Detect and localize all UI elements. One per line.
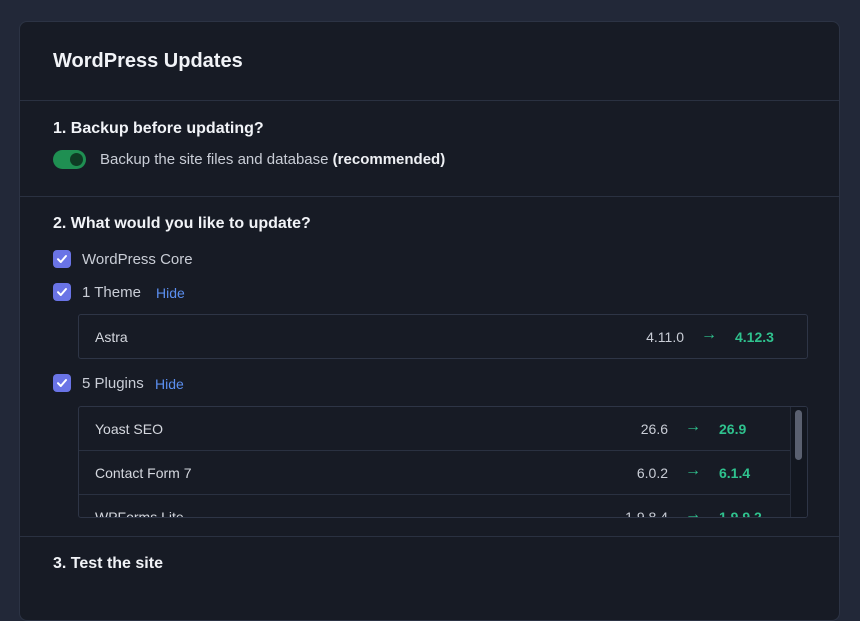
list-item: Yoast SEO 26.6 → 26.9 <box>79 407 807 451</box>
item-name: WPForms Lite <box>95 509 184 518</box>
arrow-right-icon: → <box>685 418 701 435</box>
toggle-knob <box>70 153 83 166</box>
item-new-version: 6.1.4 <box>719 465 751 481</box>
check-icon <box>57 288 67 296</box>
update-heading: 2. What would you like to update? <box>53 215 311 232</box>
backup-label: Backup the site files and database (reco… <box>100 151 445 168</box>
arrow-right-icon: → <box>701 326 717 343</box>
theme-list: Astra 4.11.0 → 4.12.3 <box>78 314 808 359</box>
core-label: WordPress Core <box>82 251 193 268</box>
backup-heading: 1. Backup before updating? <box>53 120 264 137</box>
plugins-hide-link[interactable]: Hide <box>155 376 184 392</box>
item-old-version: 1.9.8.4 <box>625 509 668 518</box>
page-title: WordPress Updates <box>53 50 243 72</box>
item-name: Yoast SEO <box>95 421 163 437</box>
item-old-version: 6.0.2 <box>636 465 668 481</box>
check-icon <box>57 255 67 263</box>
item-new-version: 4.12.3 <box>735 329 774 345</box>
core-checkbox[interactable] <box>53 250 71 268</box>
arrow-right-icon: → <box>685 506 701 518</box>
scrollbar-thumb[interactable] <box>795 410 802 460</box>
item-new-version: 26.9 <box>719 421 747 437</box>
test-heading: 3. Test the site <box>53 555 163 572</box>
check-icon <box>57 379 67 387</box>
updates-card: WordPress Updates 1. Backup before updat… <box>19 21 840 621</box>
divider <box>20 100 839 101</box>
plugin-list-scrollbar[interactable] <box>790 407 807 517</box>
plugins-checkbox[interactable] <box>53 374 71 392</box>
list-item: WPForms Lite 1.9.8.4 → 1.9.9.2 <box>79 495 807 518</box>
list-item: Astra 4.11.0 → 4.12.3 <box>79 315 807 358</box>
backup-toggle[interactable] <box>53 150 86 169</box>
item-name: Astra <box>95 329 128 345</box>
backup-label-strong: (recommended) <box>332 151 446 168</box>
theme-label: 1 Theme <box>82 284 141 301</box>
arrow-right-icon: → <box>685 462 701 479</box>
theme-checkbox[interactable] <box>53 283 71 301</box>
divider <box>20 196 839 197</box>
backup-label-text: Backup the site files and database <box>100 151 329 168</box>
plugins-label: 5 Plugins <box>82 375 144 392</box>
item-old-version: 4.11.0 <box>646 329 684 345</box>
plugin-list[interactable]: Yoast SEO 26.6 → 26.9 Contact Form 7 6.0… <box>78 406 808 518</box>
theme-hide-link[interactable]: Hide <box>156 285 185 301</box>
item-new-version: 1.9.9.2 <box>719 509 762 518</box>
list-item: Contact Form 7 6.0.2 → 6.1.4 <box>79 451 807 495</box>
item-old-version: 26.6 <box>640 421 668 437</box>
divider <box>20 536 839 537</box>
item-name: Contact Form 7 <box>95 465 192 481</box>
